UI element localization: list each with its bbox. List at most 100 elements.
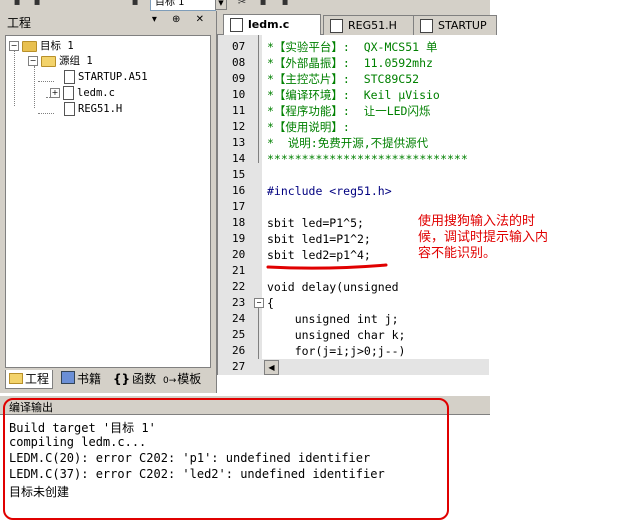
code-text: *【主控芯片】: STC89C52 (267, 72, 420, 86)
tree-item-label: STARTUP.A51 (78, 71, 148, 83)
toolbar-button-icon[interactable]: ▪ (278, 0, 292, 9)
folder-icon (41, 55, 56, 67)
line-number: 18 (232, 216, 246, 229)
tree-item-file[interactable]: STARTUP.A51 (64, 69, 148, 85)
annotation-note: 使用搜狗输入法的时候，调试时提示输入内容不能识别。 (418, 214, 549, 261)
tab-label: 模板 (177, 372, 202, 386)
code-text: *【实验平台】: QX-MCS51 单 (267, 40, 438, 54)
code-line: 22 void delay(unsigned (218, 279, 489, 295)
code-text: ***************************** (267, 152, 468, 166)
code-line: 14 ***************************** (218, 151, 489, 167)
braces-icon: {} (113, 372, 131, 386)
line-number: 09 (232, 72, 246, 85)
file-icon (230, 18, 243, 32)
line-number: 13 (232, 136, 246, 149)
code-line: 13 * 说明:免费开源,不提供源代 (218, 135, 489, 151)
project-panel-tabs: 工程 书籍 {} 函数 0→模板 (5, 370, 210, 390)
tab-label: REG51.H (348, 19, 397, 32)
line-number: 10 (232, 88, 246, 101)
horizontal-scrollbar[interactable]: ◀ (262, 359, 489, 375)
tree-item-label: 目标 1 (40, 40, 74, 52)
tab-books[interactable]: 书籍 (58, 370, 105, 388)
line-number: 20 (232, 248, 246, 261)
code-text: sbit led1=P1^2; (267, 232, 371, 246)
code-line: 25 unsigned char k; (218, 327, 489, 343)
code-text: { (267, 296, 274, 310)
line-number: 25 (232, 328, 246, 341)
tab-templates[interactable]: 0→模板 (160, 370, 205, 388)
tab-functions[interactable]: {} 函数 (110, 370, 160, 388)
line-number: 23 (232, 296, 246, 309)
expand-icon[interactable]: + (50, 88, 60, 98)
code-line: 07 *【实验平台】: QX-MCS51 单 (218, 39, 489, 55)
tab-project[interactable]: 工程 (5, 370, 54, 389)
annotation-highlight-box (3, 398, 449, 520)
line-number: 19 (232, 232, 246, 245)
toolbar-button-icon[interactable]: ▪ (256, 0, 270, 9)
collapse-icon[interactable]: − (28, 56, 38, 66)
annotation-underline (266, 263, 388, 270)
target-select[interactable]: 目标 1 (150, 0, 216, 11)
code-line: 11 *【程序功能】: 让一LED闪烁 (218, 103, 489, 119)
panel-title: 工程 (7, 16, 32, 30)
code-editor[interactable]: 07 *【实验平台】: QX-MCS51 单 08 *【外部晶振】: 11.0592m… (217, 35, 489, 375)
code-text: for(j=i;j>0;j--) (267, 344, 406, 358)
tree-item-file[interactable]: + ledm.c (50, 85, 115, 101)
toolbar-button-icon[interactable]: ✂ (235, 0, 249, 9)
code-text: void delay(unsigned (267, 280, 399, 294)
file-icon (330, 19, 343, 33)
code-text: * 说明:免费开源,不提供源代 (267, 136, 429, 150)
scroll-left-icon[interactable]: ◀ (264, 360, 279, 375)
code-line: 12 *【使用说明】: (218, 119, 489, 135)
code-line: 15 (218, 167, 489, 183)
line-number: 08 (232, 56, 246, 69)
line-number: 14 (232, 152, 246, 165)
code-text: unsigned int j; (267, 312, 399, 326)
target-folder-icon (22, 40, 37, 52)
file-icon (64, 102, 75, 116)
tab-label: 函数 (132, 372, 157, 386)
line-number: 17 (232, 200, 246, 213)
toolbar-button-icon[interactable]: ▪ (30, 0, 44, 9)
tree-item-label: 源组 1 (59, 55, 93, 67)
tree-item-target[interactable]: − 目标 1 (9, 38, 74, 54)
toolbar-button-icon[interactable]: ▪ (128, 0, 142, 9)
code-text: *【编译环境】: Keil μVisio (267, 88, 440, 102)
tab-startup[interactable]: STARTUP (413, 15, 497, 35)
code-line: 16 #include <reg51.h> (218, 183, 489, 199)
project-icon (9, 373, 23, 384)
editor-tabs: ledm.c REG51.H STARTUP (217, 11, 497, 36)
tree-item-label: ledm.c (77, 87, 115, 99)
code-text: sbit led=P1^5; (267, 216, 364, 230)
toolbar-button-icon[interactable]: ▪ (10, 0, 24, 9)
code-text: *【外部晶振】: 11.0592mhz (267, 56, 433, 70)
tab-label: 工程 (25, 372, 50, 386)
tab-label: ledm.c (248, 18, 290, 31)
code-text: *【程序功能】: 让一LED闪烁 (267, 104, 431, 118)
tab-label: STARTUP (438, 19, 487, 32)
chevron-down-icon[interactable]: ▼ (215, 0, 227, 10)
project-tree: − 目标 1 − 源组 1 STARTUP.A51 + ledm.c REG51.H (5, 35, 211, 368)
code-line: 17 (218, 199, 489, 215)
file-icon (64, 70, 75, 84)
line-number: 15 (232, 168, 246, 181)
tree-item-group[interactable]: − 源组 1 (28, 53, 93, 69)
panel-window-buttons[interactable]: ▾ ⊕ ✕ (152, 14, 210, 25)
tree-item-file[interactable]: REG51.H (64, 101, 122, 117)
line-number: 27 (232, 360, 246, 373)
book-icon (61, 371, 75, 384)
code-text: #include <reg51.h> (267, 184, 392, 198)
code-line: 09 *【主控芯片】: STC89C52 (218, 71, 489, 87)
code-line: 23−{ (218, 295, 489, 311)
fold-collapse-icon[interactable]: − (254, 298, 264, 308)
tab-reg51-h[interactable]: REG51.H (323, 15, 415, 35)
code-text: sbit led2=p1^4; (267, 248, 371, 262)
code-line: 26 for(j=i;j>0;j--) (218, 343, 489, 359)
collapse-icon[interactable]: − (9, 41, 19, 51)
line-number: 07 (232, 40, 246, 53)
project-panel-titlebar: 工程 ▾ ⊕ ✕ (0, 11, 216, 31)
code-line: 24 unsigned int j; (218, 311, 489, 327)
tab-ledm-c[interactable]: ledm.c (223, 14, 321, 36)
file-icon (420, 19, 433, 33)
line-number: 26 (232, 344, 246, 357)
